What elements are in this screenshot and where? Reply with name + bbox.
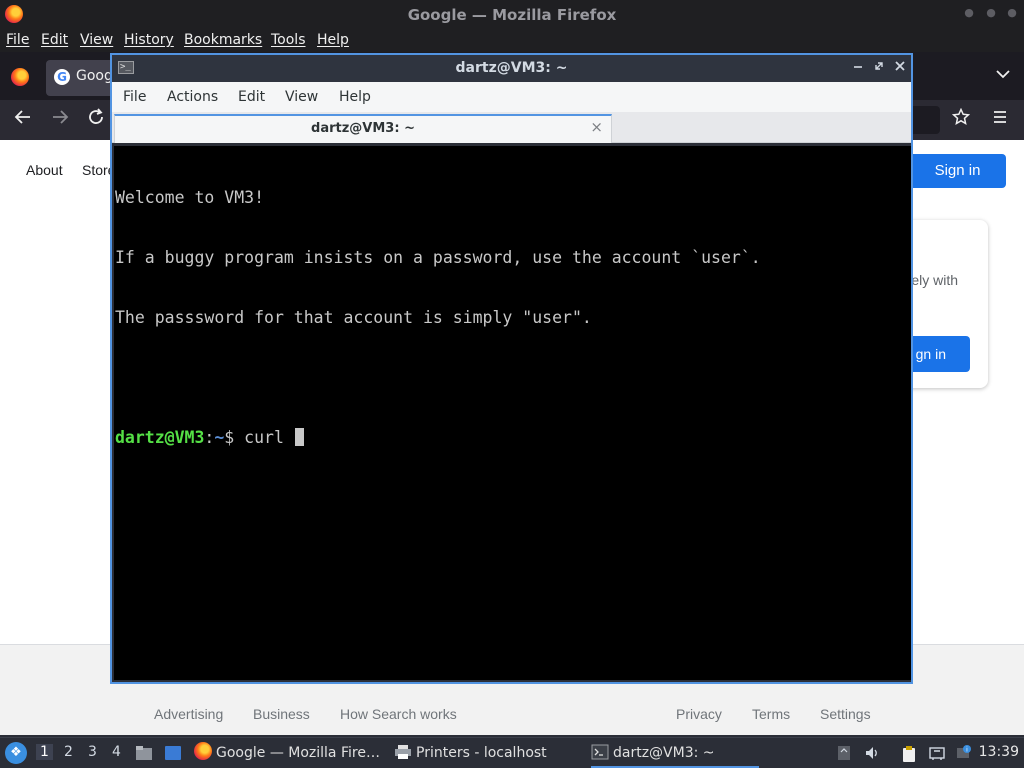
workspace-3[interactable]: 3 xyxy=(88,744,97,760)
close-icon[interactable] xyxy=(894,60,906,77)
bookmark-star-icon[interactable] xyxy=(951,107,971,132)
terminal-line: If a buggy program insists on a password… xyxy=(115,248,761,267)
chevron-down-icon[interactable] xyxy=(996,68,1010,83)
file-manager-icon[interactable] xyxy=(135,744,153,762)
terminal-tab-label: dartz@VM3: ~ xyxy=(311,121,415,136)
sign-in-button[interactable]: Sign in xyxy=(909,154,1006,188)
hamburger-menu-icon[interactable] xyxy=(991,108,1009,132)
maximize-icon[interactable] xyxy=(873,60,885,77)
volume-icon[interactable] xyxy=(864,745,880,761)
prompt-path: ~ xyxy=(214,428,225,447)
forward-icon[interactable] xyxy=(51,108,69,132)
footer-advertising[interactable]: Advertising xyxy=(154,706,223,722)
terminal-menu-edit[interactable]: Edit xyxy=(238,89,265,105)
network-icon[interactable] xyxy=(929,745,945,761)
terminal-line: The passsword for that account is simply… xyxy=(115,308,592,327)
footer-business[interactable]: Business xyxy=(253,706,310,722)
text-cursor xyxy=(294,428,304,446)
taskbar: ❖ 1 2 3 4 Google — Mozilla Fire… Printer… xyxy=(0,737,1024,768)
minimize-icon[interactable]: ● xyxy=(962,6,976,20)
clock[interactable]: 13:39 xyxy=(979,744,1019,760)
terminal-titlebar[interactable]: >_ dartz@VM3: ~ xyxy=(112,55,911,82)
prompt-symbol: $ xyxy=(224,428,245,447)
menu-edit[interactable]: Edit xyxy=(41,32,68,48)
printer-icon xyxy=(394,741,412,759)
sign-in-card: ely with gn in xyxy=(900,220,988,388)
show-desktop-icon[interactable] xyxy=(164,744,182,762)
task-label: Google — Mozilla Fire… xyxy=(216,745,380,761)
terminal-window: >_ dartz@VM3: ~ File Actions Edit View H… xyxy=(110,53,913,684)
start-menu-icon[interactable]: ❖ xyxy=(5,742,27,764)
firefox-menubar: File Edit View History Bookmarks Tools H… xyxy=(0,30,1024,52)
minimize-icon[interactable] xyxy=(852,60,864,77)
close-icon[interactable]: ● xyxy=(1005,6,1019,20)
menu-help[interactable]: Help xyxy=(317,32,349,48)
task-label: dartz@VM3: ~ xyxy=(613,745,715,761)
menu-tools[interactable]: Tools xyxy=(271,32,306,48)
about-link[interactable]: About xyxy=(26,162,63,178)
task-printers[interactable]: Printers - localhost xyxy=(394,738,547,768)
menu-history[interactable]: History xyxy=(124,32,174,48)
terminal-window-title: dartz@VM3: ~ xyxy=(455,60,568,76)
terminal-menu-actions[interactable]: Actions xyxy=(167,89,218,105)
terminal-screen[interactable]: Welcome to VM3! If a buggy program insis… xyxy=(114,146,911,680)
desktop: Google — Mozilla Firefox ● ● ● File Edit… xyxy=(0,0,1024,768)
terminal-menu-help[interactable]: Help xyxy=(339,89,371,105)
terminal-prompt-line: dartz@VM3:~$ curl xyxy=(115,428,911,448)
tab-close-icon[interactable]: × xyxy=(590,118,603,136)
prompt-user: dartz@VM3 xyxy=(115,428,205,447)
terminal-line: Welcome to VM3! xyxy=(115,188,265,207)
notification-icon[interactable]: i xyxy=(955,745,971,761)
maximize-icon[interactable]: ● xyxy=(984,6,998,20)
task-label: Printers - localhost xyxy=(416,745,547,761)
tab-label: Goog xyxy=(76,68,113,84)
terminal-tabbar: dartz@VM3: ~ × xyxy=(112,112,911,143)
footer-settings[interactable]: Settings xyxy=(820,706,871,722)
footer-terms[interactable]: Terms xyxy=(752,706,790,722)
terminal-menu-file[interactable]: File xyxy=(123,89,146,105)
menu-bookmarks[interactable]: Bookmarks xyxy=(184,32,262,48)
menu-view[interactable]: View xyxy=(80,32,113,48)
workspace-1[interactable]: 1 xyxy=(36,744,53,760)
back-icon[interactable] xyxy=(14,108,32,132)
task-terminal[interactable]: dartz@VM3: ~ xyxy=(591,738,759,768)
workspace-4[interactable]: 4 xyxy=(112,744,121,760)
terminal-icon xyxy=(591,741,609,760)
firefox-titlebar: Google — Mozilla Firefox ● ● ● xyxy=(0,0,1024,30)
menu-file[interactable]: File xyxy=(6,32,29,48)
footer-how-search-works[interactable]: How Search works xyxy=(340,706,457,722)
firefox-icon xyxy=(194,742,212,760)
task-firefox[interactable]: Google — Mozilla Fire… xyxy=(194,738,380,768)
command-input[interactable]: curl xyxy=(244,428,294,447)
terminal-tab[interactable]: dartz@VM3: ~ × xyxy=(114,114,612,143)
scroll-indicator-icon[interactable] xyxy=(836,745,852,761)
firefox-view-icon[interactable] xyxy=(11,68,29,86)
clipboard-icon[interactable] xyxy=(901,745,917,762)
google-icon: G xyxy=(54,69,70,85)
prompt-separator: : xyxy=(204,428,215,447)
footer-privacy[interactable]: Privacy xyxy=(676,706,722,722)
firefox-window-title: Google — Mozilla Firefox xyxy=(407,6,617,24)
workspace-2[interactable]: 2 xyxy=(64,744,73,760)
terminal-menu-view[interactable]: View xyxy=(285,89,318,105)
terminal-menubar: File Actions Edit View Help xyxy=(112,82,911,112)
reload-icon[interactable] xyxy=(87,108,105,132)
